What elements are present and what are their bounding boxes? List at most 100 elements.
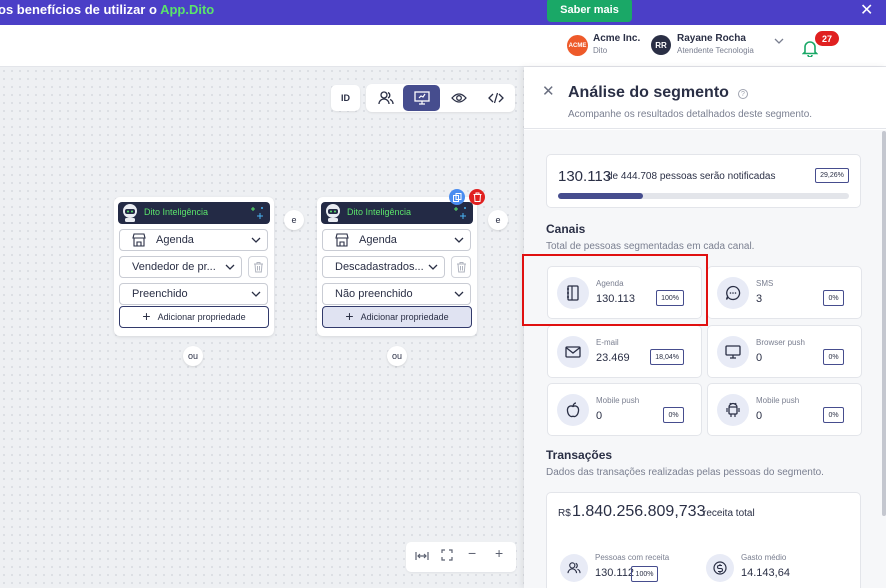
channel-card-mobile-push-ios[interactable]: Mobile push 0 0% bbox=[547, 383, 702, 436]
plus-icon: + bbox=[142, 308, 151, 324]
delete-property-button[interactable] bbox=[451, 256, 471, 278]
kpi-value: 14.143,64 bbox=[741, 567, 790, 579]
panel-subtitle: Acompanhe os resultados detalhados deste… bbox=[568, 109, 813, 120]
and-connector[interactable]: e bbox=[488, 210, 508, 230]
view-toolbar bbox=[366, 84, 515, 112]
add-property-label: Adicionar propriedade bbox=[157, 312, 246, 322]
channel-name: Browser push bbox=[756, 338, 805, 347]
chat-icon bbox=[717, 277, 749, 309]
zoom-in-icon[interactable]: + bbox=[495, 545, 503, 561]
notified-progress-fill bbox=[558, 193, 644, 199]
node-title: Dito Inteligência bbox=[144, 207, 209, 217]
preview-view-button[interactable] bbox=[440, 85, 477, 111]
transactions-subtitle: Dados das transações realizadas pelas pe… bbox=[546, 467, 824, 478]
channel-name: Mobile push bbox=[596, 396, 640, 405]
trash-icon bbox=[456, 262, 466, 273]
zoom-controls: − + bbox=[406, 542, 516, 572]
delete-node-button[interactable] bbox=[469, 189, 485, 205]
channel-name: E-mail bbox=[596, 338, 619, 347]
chevron-down-icon bbox=[251, 291, 261, 297]
top-bar: ACME Acme Inc. Dito RR Rayane Rocha Aten… bbox=[0, 25, 886, 67]
panel-header: ✕ Análise do segmento ? Acompanhe os res… bbox=[524, 67, 886, 129]
channel-card-mobile-push-android[interactable]: Mobile push 0 0% bbox=[707, 383, 862, 436]
analysis-view-button[interactable] bbox=[403, 85, 440, 111]
panel-scrollbar[interactable] bbox=[882, 131, 886, 516]
avatar[interactable]: RR bbox=[651, 35, 671, 55]
channel-value: 3 bbox=[756, 293, 763, 305]
node-header: Dito Inteligência bbox=[321, 202, 473, 224]
people-view-button[interactable] bbox=[367, 85, 404, 111]
chevron-down-icon bbox=[225, 264, 235, 270]
mail-icon bbox=[557, 336, 589, 368]
notification-count-badge: 27 bbox=[815, 31, 839, 46]
banner-close-icon[interactable]: ✕ bbox=[860, 0, 873, 20]
segment-node-2[interactable]: Dito Inteligência Agenda Descadastrados.… bbox=[317, 189, 485, 336]
zoom-out-icon[interactable]: − bbox=[468, 545, 476, 561]
kpi-name: Gasto médio bbox=[741, 553, 787, 562]
fit-width-icon[interactable] bbox=[415, 548, 429, 564]
add-property-button[interactable]: + Adicionar propriedade bbox=[119, 306, 269, 328]
delete-property-button[interactable] bbox=[248, 256, 268, 278]
org-subtitle: Dito bbox=[593, 46, 608, 55]
add-property-label: Adicionar propriedade bbox=[360, 312, 449, 322]
property-select-value: Vendedor de pr... bbox=[132, 261, 216, 273]
chevron-down-icon bbox=[251, 237, 261, 243]
close-icon[interactable]: ✕ bbox=[542, 82, 555, 100]
channel-percent: 0% bbox=[823, 290, 844, 306]
revenue-currency: R$ bbox=[558, 508, 571, 519]
presentation-icon bbox=[413, 91, 430, 105]
kpi-name: Pessoas com receita bbox=[595, 553, 670, 562]
channel-card-browser-push[interactable]: Browser push 0 0% bbox=[707, 325, 862, 378]
channel-card-email[interactable]: E-mail 23.469 18,04% bbox=[547, 325, 702, 378]
dollar-icon bbox=[706, 554, 734, 582]
property-select[interactable]: Vendedor de pr... bbox=[119, 256, 242, 278]
saber-mais-button[interactable]: Saber mais bbox=[547, 0, 632, 22]
property-select[interactable]: Descadastrados... bbox=[322, 256, 445, 278]
kpi-percent: 100% bbox=[631, 566, 658, 582]
channel-value: 0 bbox=[596, 410, 603, 422]
banner-message: os benefícios de utilizar o bbox=[0, 2, 161, 17]
segment-node-1[interactable]: Dito Inteligência Agenda Vendedor de pr.… bbox=[114, 197, 274, 336]
condition-select[interactable]: Preenchido bbox=[119, 283, 268, 305]
users-icon bbox=[377, 91, 394, 105]
user-role: Atendente Tecnologia bbox=[677, 46, 754, 55]
segment-canvas[interactable]: ID Dito Inteligência Agenda Vendedor de … bbox=[0, 67, 524, 588]
eye-icon bbox=[450, 93, 467, 103]
plus-icon: + bbox=[345, 308, 354, 324]
robot-icon bbox=[123, 204, 137, 222]
sparkle-icon bbox=[454, 207, 466, 219]
chevron-down-icon bbox=[454, 291, 464, 297]
kpi-value: 130.112 bbox=[595, 567, 634, 579]
notified-percent: 29,26% bbox=[815, 168, 849, 183]
promo-banner: os benefícios de utilizar o App.Dito Sab… bbox=[0, 0, 886, 25]
segment-analysis-panel: ✕ Análise do segmento ? Acompanhe os res… bbox=[524, 67, 886, 588]
channel-value: 0 bbox=[756, 410, 763, 422]
org-logo[interactable]: ACME bbox=[567, 35, 588, 56]
help-icon[interactable]: ? bbox=[738, 89, 748, 99]
code-icon bbox=[487, 92, 504, 104]
source-select[interactable]: Agenda bbox=[119, 229, 268, 251]
or-connector[interactable]: ou bbox=[183, 346, 203, 366]
channel-card-sms[interactable]: SMS 3 0% bbox=[707, 266, 862, 319]
source-select[interactable]: Agenda bbox=[322, 229, 471, 251]
duplicate-node-button[interactable] bbox=[449, 189, 465, 205]
user-name[interactable]: Rayane Rocha bbox=[677, 33, 746, 44]
id-toggle-button[interactable]: ID bbox=[331, 85, 360, 111]
or-connector[interactable]: ou bbox=[387, 346, 407, 366]
copy-icon bbox=[452, 192, 461, 202]
banner-brand: App.Dito bbox=[160, 2, 215, 17]
source-select-value: Agenda bbox=[156, 234, 194, 246]
monitor-icon bbox=[717, 336, 749, 368]
code-view-button[interactable] bbox=[477, 85, 514, 111]
transactions-title: Transações bbox=[546, 448, 613, 462]
android-icon bbox=[717, 394, 749, 426]
fullscreen-icon[interactable] bbox=[441, 548, 453, 564]
property-select-value: Descadastrados... bbox=[335, 261, 424, 273]
condition-select[interactable]: Não preenchido bbox=[322, 283, 471, 305]
chevron-down-icon[interactable] bbox=[774, 37, 784, 48]
and-connector[interactable]: e bbox=[284, 210, 304, 230]
add-property-button[interactable]: + Adicionar propriedade bbox=[322, 306, 472, 328]
store-icon bbox=[335, 233, 349, 247]
org-name[interactable]: Acme Inc. bbox=[593, 33, 640, 44]
node-header: Dito Inteligência bbox=[118, 202, 270, 224]
